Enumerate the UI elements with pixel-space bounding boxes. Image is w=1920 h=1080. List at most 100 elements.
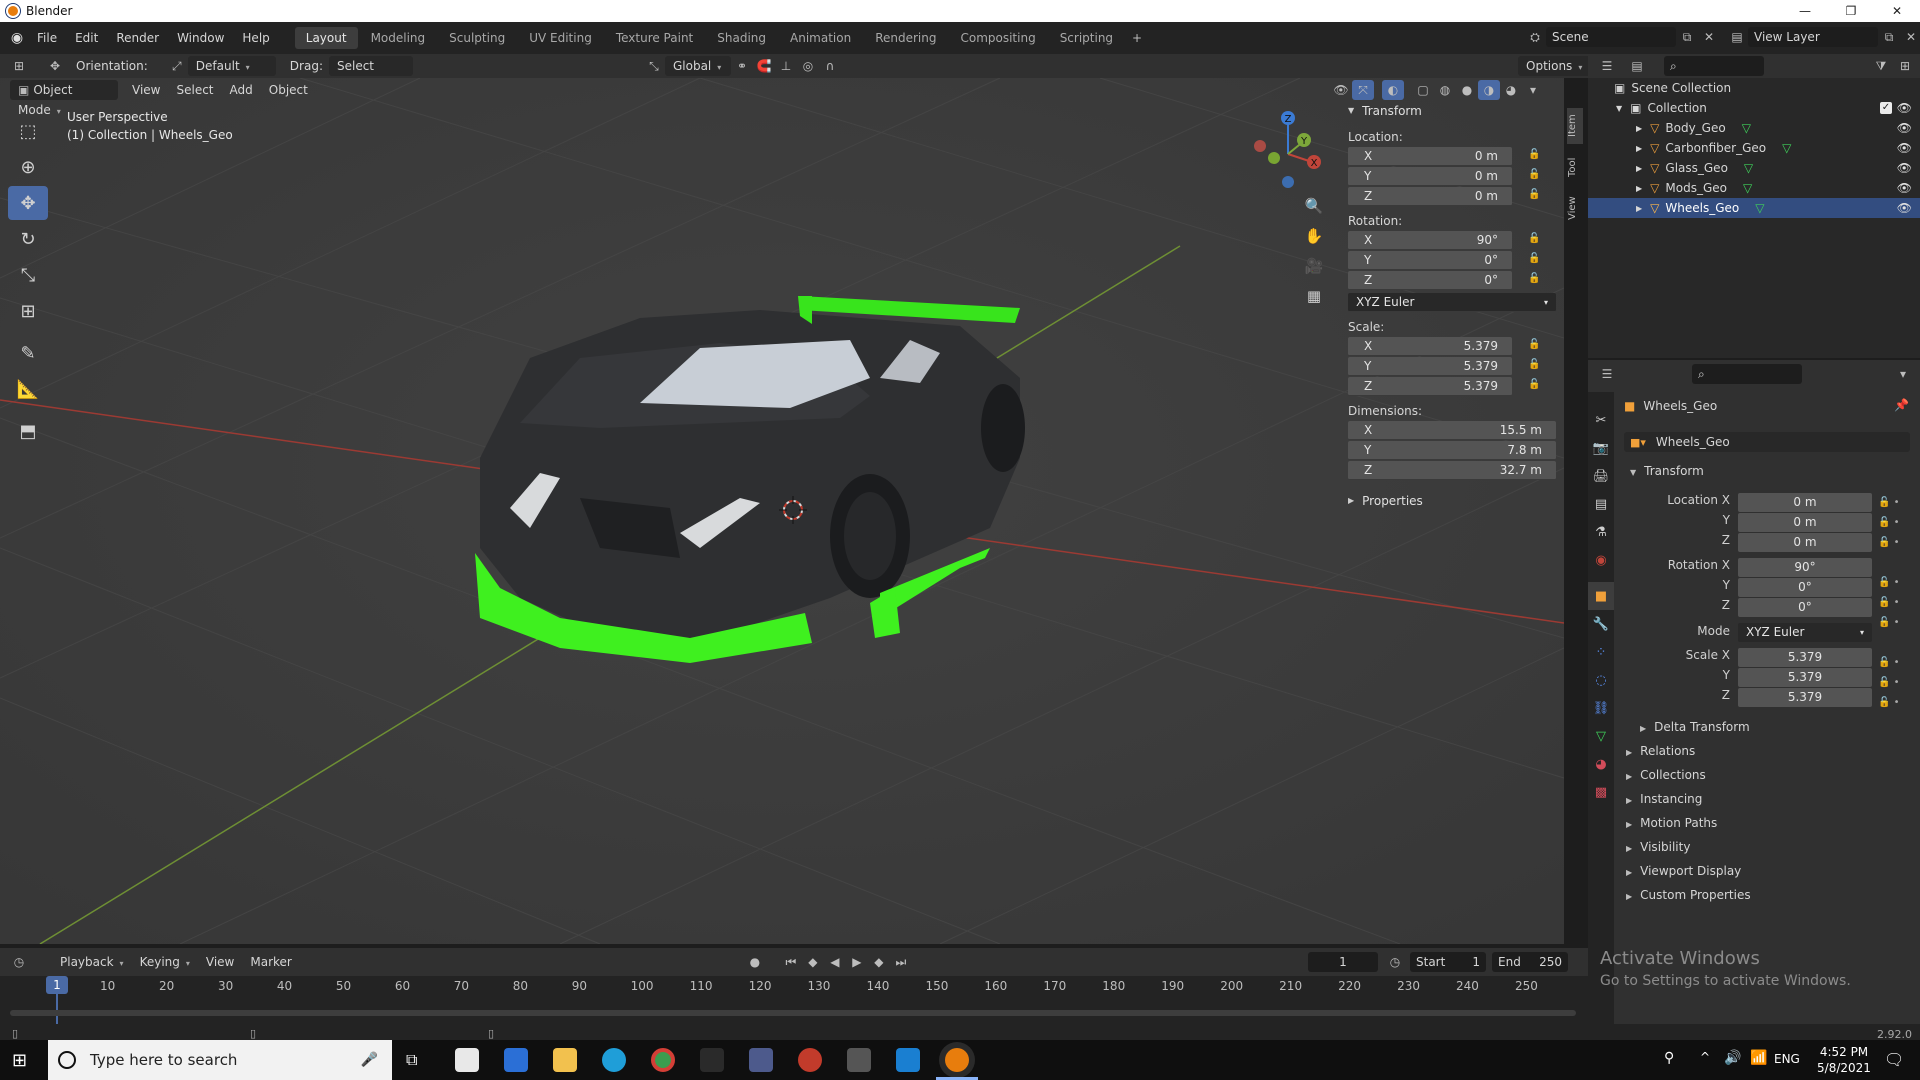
pan-hand-icon[interactable]: ✋	[1302, 224, 1326, 248]
outliner-editor-icon[interactable]: ☰	[1596, 56, 1618, 76]
navigation-gizmo[interactable]: Z Y X	[1250, 106, 1340, 196]
transform-panel-header[interactable]: ▼ Transform	[1340, 100, 1564, 122]
prop-scale-y-field[interactable]: 5.379	[1738, 668, 1872, 687]
rotation-y-field[interactable]: Y 0°	[1348, 250, 1512, 270]
play-reverse-icon[interactable]: ◀	[824, 952, 846, 972]
current-frame-field[interactable]: 1	[1308, 952, 1378, 972]
viewport-menu-view[interactable]: View	[124, 80, 168, 100]
substance-app-icon[interactable]	[798, 1048, 822, 1072]
xray-toggle-icon[interactable]: ▢	[1412, 80, 1434, 100]
lock-icon[interactable]: 🔓	[1528, 189, 1544, 203]
davinci-app-icon[interactable]	[749, 1048, 773, 1072]
wifi-icon[interactable]: 📶	[1750, 1050, 1767, 1066]
prop-rotation-z-field[interactable]: 0°	[1738, 598, 1872, 617]
scale-y-field[interactable]: Y 5.379	[1348, 356, 1512, 376]
3d-viewport[interactable]: ▣ Object Mode ▾ View Select Add Object 👁 ⤧…	[0, 78, 1564, 944]
tab-shading[interactable]: Shading	[706, 27, 777, 49]
solid-shading-icon[interactable]: ●	[1456, 80, 1478, 100]
properties-search-input[interactable]: ⌕	[1692, 364, 1802, 384]
constraints-tab-icon[interactable]: ⛓	[1588, 694, 1614, 722]
outliner-item-mods-geo[interactable]: ▶ ▽ Mods_Geo ▽ 👁	[1588, 178, 1920, 198]
custom-properties-header[interactable]: ▶ Custom Properties	[1616, 884, 1916, 906]
playhead[interactable]: 1	[46, 976, 68, 994]
lock-icon[interactable]: 🔓	[1528, 379, 1544, 393]
snap-icon[interactable]: 🧲	[753, 56, 775, 76]
output-tab-icon[interactable]: 🖨	[1588, 462, 1614, 490]
taskbar-search-input[interactable]: Type here to search 🎤	[48, 1040, 392, 1080]
object-name-field[interactable]: ■▾ Wheels_Geo	[1624, 432, 1910, 452]
object-tab-icon[interactable]: ■	[1588, 582, 1614, 610]
timeline-scrollbar[interactable]	[10, 1010, 1576, 1016]
world-tab-icon[interactable]: ◉	[1588, 546, 1614, 574]
menu-help[interactable]: Help	[233, 22, 278, 54]
overlay-toggle-icon[interactable]: ◐	[1382, 80, 1404, 100]
prop-rotation-x-field[interactable]: 90°	[1738, 558, 1872, 577]
measure-tool[interactable]: 📐	[8, 372, 48, 406]
lock-icon[interactable]: 🔓	[1528, 253, 1544, 267]
maximize-button[interactable]: ❐	[1828, 0, 1874, 22]
tab-uv-editing[interactable]: UV Editing	[518, 27, 603, 49]
camera-view-icon[interactable]: 🎥	[1302, 254, 1326, 278]
eye-icon[interactable]: 👁	[1897, 121, 1912, 135]
dimensions-x-field[interactable]: X 15.5 m	[1348, 420, 1556, 440]
edge-browser-icon[interactable]	[602, 1048, 626, 1072]
lock-icon[interactable]: 🔓	[1528, 359, 1544, 373]
prev-keyframe-icon[interactable]: ◆	[802, 952, 824, 972]
eye-icon[interactable]: 👁	[1897, 181, 1912, 195]
eye-icon[interactable]: 👁	[1897, 161, 1912, 175]
menu-file[interactable]: File	[28, 22, 66, 54]
view-layer-field[interactable]: View Layer	[1748, 27, 1878, 47]
snap-target-icon[interactable]: ⊥	[775, 56, 797, 76]
tab-modeling[interactable]: Modeling	[360, 27, 437, 49]
transform-tool[interactable]: ⊞	[8, 294, 48, 328]
viewport-display-header[interactable]: ▶ Viewport Display	[1616, 860, 1916, 882]
timeline-menu-playback[interactable]: Playback ▾	[52, 952, 132, 972]
file-explorer-icon[interactable]	[553, 1048, 577, 1072]
rotation-mode-select[interactable]: XYZ Euler ▾	[1738, 623, 1872, 642]
store-app-icon[interactable]	[504, 1048, 528, 1072]
scene-field[interactable]: Scene	[1546, 27, 1676, 47]
remove-scene-icon[interactable]: ✕	[1698, 27, 1720, 47]
scene-tab-icon[interactable]: ⚗	[1588, 518, 1614, 546]
people-icon[interactable]: ⚲	[1664, 1050, 1674, 1066]
visibility-icon[interactable]: 👁	[1330, 80, 1352, 100]
properties-options-icon[interactable]: ▾	[1892, 364, 1914, 384]
mail-app-icon[interactable]	[455, 1048, 479, 1072]
rotation-x-field[interactable]: X 90°	[1348, 230, 1512, 250]
view-layer-icon[interactable]: ▤	[1726, 27, 1748, 47]
sidebar-tab-item[interactable]: Item	[1567, 108, 1583, 144]
prop-location-z-field[interactable]: 0 m	[1738, 533, 1872, 552]
motion-paths-header[interactable]: ▶ Motion Paths	[1616, 812, 1916, 834]
preview-range-icon[interactable]: ◷	[1384, 952, 1406, 972]
particles-tab-icon[interactable]: ⁘	[1588, 638, 1614, 666]
menu-edit[interactable]: Edit	[66, 22, 107, 54]
tab-scripting[interactable]: Scripting	[1049, 27, 1124, 49]
tab-layout[interactable]: Layout	[294, 27, 358, 49]
pivot-icon[interactable]: ⚭	[731, 56, 753, 76]
task-view-icon[interactable]: ⧉	[406, 1050, 417, 1070]
editor-type-icon[interactable]: ⊞	[8, 56, 30, 76]
volume-icon[interactable]: 🔊	[1724, 1050, 1741, 1066]
new-scene-icon[interactable]: ⧉	[1676, 27, 1698, 47]
blender-menu-icon[interactable]: ◉	[6, 28, 28, 48]
viewport-menu-add[interactable]: Add	[222, 80, 261, 100]
delta-transform-header[interactable]: ▶ Delta Transform	[1630, 716, 1920, 738]
play-icon[interactable]: ▶	[846, 952, 868, 972]
location-z-field[interactable]: Z0 m	[1348, 186, 1512, 206]
scale-tool[interactable]: ⤡	[8, 258, 48, 292]
viewport-menu-select[interactable]: Select	[168, 80, 221, 100]
location-x-field[interactable]: X0 m	[1348, 146, 1512, 166]
add-cube-tool[interactable]: ⬒	[8, 414, 48, 448]
start-frame-field[interactable]: Start 1	[1410, 952, 1486, 972]
lock-icon[interactable]: 🔓	[1528, 273, 1544, 287]
prop-scale-x-field[interactable]: 5.379	[1738, 648, 1872, 667]
menu-render[interactable]: Render	[107, 22, 168, 54]
outliner-item-body-geo[interactable]: ▶ ▽ Body_Geo ▽ 👁	[1588, 118, 1920, 138]
falloff-icon[interactable]: ∩	[819, 56, 841, 76]
transform-orientation-dropdown[interactable]: Global ▾	[664, 56, 731, 76]
jump-end-icon[interactable]: ⏭	[890, 952, 912, 972]
lock-icon[interactable]: 🔓	[1528, 233, 1544, 247]
prop-scale-z-field[interactable]: 5.379	[1738, 688, 1872, 707]
zoom-icon[interactable]: 🔍	[1302, 194, 1326, 218]
material-tab-icon[interactable]: ◕	[1588, 750, 1614, 778]
